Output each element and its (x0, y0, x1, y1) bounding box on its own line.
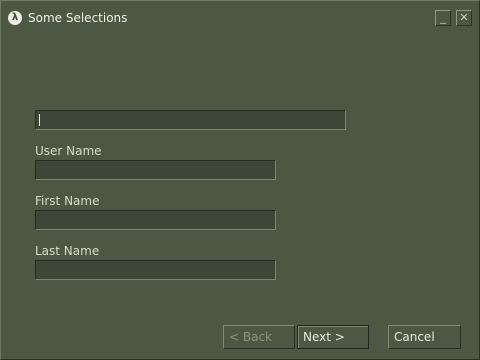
top-text-field[interactable] (35, 110, 346, 130)
back-button[interactable]: < Back (223, 325, 295, 349)
close-button[interactable]: ✕ (456, 10, 472, 26)
window-title: Some Selections (28, 11, 128, 25)
username-field[interactable] (35, 160, 276, 180)
firstname-field[interactable] (35, 210, 276, 230)
text-caret (39, 114, 40, 126)
firstname-label: First Name (35, 194, 100, 208)
cancel-button[interactable]: Cancel (388, 325, 461, 349)
lastname-label: Last Name (35, 244, 100, 258)
half-life-lambda-icon: λ (8, 11, 22, 25)
dialog-window: λ Some Selections _ ✕ User Name First Na… (0, 0, 480, 360)
minimize-button[interactable]: _ (435, 10, 451, 26)
username-label: User Name (35, 144, 102, 158)
title-bar[interactable]: λ Some Selections _ ✕ (1, 1, 479, 35)
next-button[interactable]: Next > (297, 325, 369, 349)
lastname-field[interactable] (35, 260, 276, 280)
